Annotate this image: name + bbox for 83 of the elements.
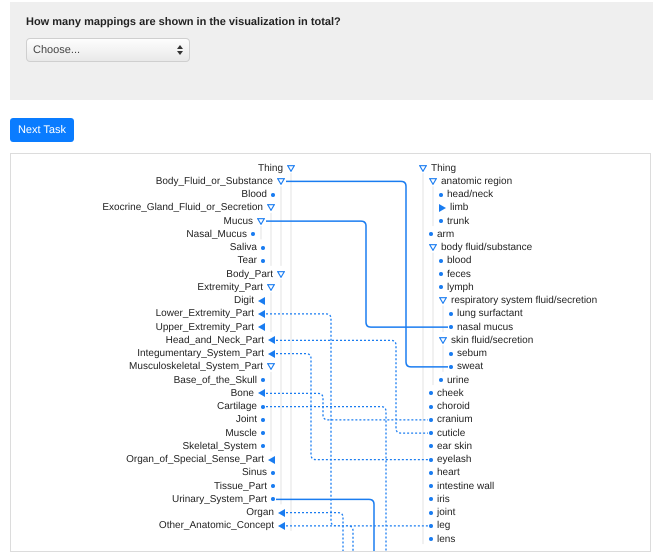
source-concept-label[interactable]: Base_of_the_Skull <box>174 374 257 387</box>
collapsed-triangle-icon[interactable] <box>258 389 265 398</box>
collapsed-triangle-icon[interactable] <box>268 336 275 344</box>
target-concept-label[interactable]: lens <box>437 532 456 546</box>
source-concept-label[interactable]: Nasal_Mucus <box>186 228 247 241</box>
target-concept-label[interactable]: urine <box>447 374 470 387</box>
expanded-triangle-icon[interactable] <box>267 204 275 212</box>
source-concept-label[interactable]: Sinus <box>242 466 267 480</box>
expanded-triangle-icon[interactable] <box>277 178 285 185</box>
collapsed-triangle-icon[interactable] <box>278 508 285 517</box>
source-concept-label[interactable]: Urinary_System_Part <box>172 492 267 506</box>
source-concept-label[interactable]: Digit <box>234 294 254 308</box>
expanded-triangle-icon[interactable] <box>429 244 437 252</box>
expanded-triangle-icon[interactable] <box>419 164 427 172</box>
collapsed-triangle-icon[interactable] <box>268 456 275 464</box>
target-concept-label[interactable]: anatomic region <box>441 174 512 188</box>
target-concept-label[interactable]: skin fluid/secretion <box>451 334 534 347</box>
target-concept-label[interactable]: lung surfactant <box>457 307 523 320</box>
target-concept-label[interactable]: Thing <box>431 162 456 175</box>
source-concept-label[interactable]: Thing <box>258 162 283 175</box>
target-concept-label[interactable]: limb <box>450 201 468 214</box>
expanded-triangle-icon[interactable] <box>257 218 265 225</box>
target-concept-label[interactable]: sebum <box>457 347 488 360</box>
collapsed-triangle-icon[interactable] <box>258 310 265 318</box>
target-concept-label[interactable]: head/neck <box>447 188 494 202</box>
source-concept-label[interactable]: Exocrine_Gland_Fluid_or_Secretion <box>102 201 263 214</box>
target-concept-label[interactable]: joint <box>437 506 456 520</box>
target-concept-label[interactable]: cranium <box>437 413 473 426</box>
expanded-triangle-icon[interactable] <box>267 363 275 370</box>
expanded-triangle-icon[interactable] <box>439 336 447 344</box>
source-concept-label[interactable]: Muscle <box>225 426 257 440</box>
source-concept-label[interactable]: Body_Part <box>226 268 273 281</box>
target-concept-label[interactable]: intestine wall <box>437 480 494 493</box>
source-concept-label[interactable]: Body_Fluid_or_Substance <box>156 174 273 188</box>
source-concept-label[interactable]: Organ_of_Special_Sense_Part <box>126 453 264 466</box>
source-concept-label[interactable]: Other_Anatomic_Concept <box>158 519 274 532</box>
source-concept-label[interactable]: Upper_Extremity_Part <box>156 320 254 334</box>
target-concept-label[interactable]: cuticle <box>437 426 466 440</box>
expanded-triangle-icon[interactable] <box>277 270 285 278</box>
target-concept-label[interactable]: ear skin <box>437 440 472 453</box>
source-concept-label[interactable]: Head_and_Neck_Part <box>166 334 264 347</box>
target-concept-label[interactable]: sweat <box>457 360 484 374</box>
collapsed-triangle-icon[interactable] <box>258 323 265 332</box>
expanded-triangle-icon[interactable] <box>267 284 275 291</box>
source-concept-label[interactable]: Tissue_Part <box>214 480 267 493</box>
source-concept-label[interactable]: Extremity_Part <box>197 280 263 294</box>
target-concept-label[interactable]: leg <box>437 519 450 532</box>
collapsed-triangle-icon[interactable] <box>258 296 265 305</box>
answer-select[interactable]: Choose... <box>26 38 190 62</box>
source-concept-label[interactable]: Joint <box>236 413 257 426</box>
source-concept-label[interactable]: Mucus <box>224 214 253 228</box>
source-concept-label[interactable]: Blood <box>241 188 267 202</box>
target-concept-label[interactable]: blood <box>447 254 472 268</box>
target-concept-label[interactable]: cheek <box>437 386 464 400</box>
target-concept-label[interactable]: trunk <box>447 214 470 228</box>
expanded-triangle-icon[interactable] <box>429 178 437 185</box>
source-concept-label[interactable]: Musculoskeletal_System_Part <box>129 360 263 374</box>
target-concept-label[interactable]: feces <box>447 268 471 281</box>
source-concept-label[interactable]: Integumentary_System_Part <box>137 347 264 360</box>
select-caret-icon <box>177 45 183 55</box>
source-concept-label[interactable]: Lower_Extremity_Part <box>156 307 254 320</box>
target-concept-label[interactable]: iris <box>437 492 450 506</box>
source-concept-label[interactable]: Saliva <box>230 241 257 254</box>
source-concept-label[interactable]: Tear <box>238 254 257 268</box>
source-concept-label[interactable]: Skeletal_System <box>182 440 257 453</box>
collapsed-triangle-icon[interactable] <box>439 204 446 212</box>
target-concept-label[interactable]: arm <box>437 228 454 241</box>
target-concept-label[interactable]: nasal mucus <box>457 320 514 334</box>
collapsed-triangle-icon[interactable] <box>268 350 275 358</box>
target-concept-label[interactable]: lymph <box>447 280 474 294</box>
source-concept-label[interactable]: Bone <box>230 386 254 400</box>
source-concept-label[interactable]: Organ <box>246 506 274 520</box>
collapsed-triangle-icon[interactable] <box>278 522 285 530</box>
target-concept-label[interactable]: heart <box>437 466 460 480</box>
question-text: How many mappings are shown in the visualization in total? <box>26 16 342 28</box>
target-concept-label[interactable]: respiratory system fluid/secretion <box>451 294 598 308</box>
expanded-triangle-icon[interactable] <box>287 164 295 172</box>
target-concept-label[interactable]: choroid <box>437 400 470 414</box>
source-concept-label[interactable]: Cartilage <box>216 400 257 414</box>
expanded-triangle-icon[interactable] <box>439 297 447 304</box>
target-concept-label[interactable]: eyelash <box>437 453 472 466</box>
target-concept-label[interactable]: body fluid/substance <box>441 241 532 254</box>
next-task-button[interactable]: Next Task <box>10 118 74 142</box>
